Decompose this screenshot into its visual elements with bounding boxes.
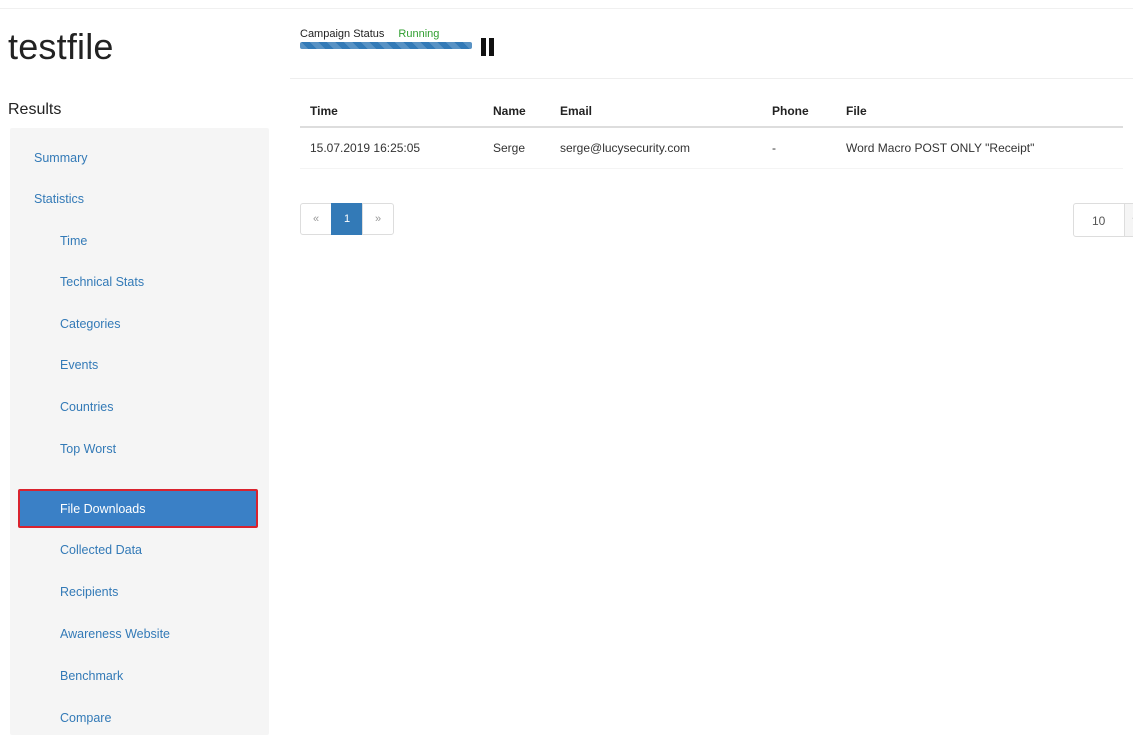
top-divider [0,8,1133,9]
cell-file: Word Macro POST ONLY "Receipt" [836,127,1123,169]
sidebar-item-recipients[interactable]: Recipients [60,585,118,599]
sidebar-item-collected-data[interactable]: Collected Data [60,543,142,557]
pause-icon[interactable] [481,38,495,56]
sidebar-item-label: File Downloads [60,502,146,516]
results-table: Time Name Email Phone File 15.07.2019 16… [300,96,1123,169]
pagination-next-button[interactable]: » [362,203,394,235]
sidebar-item-file-downloads[interactable]: File Downloads [18,489,258,528]
sidebar-item-benchmark[interactable]: Benchmark [60,669,123,683]
column-header-time[interactable]: Time [300,96,483,128]
sidebar-item-statistics[interactable]: Statistics [34,192,84,206]
campaign-status-value: Running [398,28,440,40]
column-header-file[interactable]: File [836,96,1123,128]
campaign-status-row: Campaign Status Running [300,28,439,42]
campaign-status: Campaign Status Running [300,28,494,56]
header-divider [290,78,1133,79]
sidebar-item-summary[interactable]: Summary [34,151,87,165]
pagination-prev-button[interactable]: « [300,203,332,235]
column-header-name[interactable]: Name [483,96,550,128]
sidebar [10,128,269,735]
page-title: testfile [8,26,114,67]
campaign-progress-bar [300,42,472,49]
cell-email: serge@lucysecurity.com [550,127,762,169]
pagination-page-button[interactable]: 1 [331,203,363,235]
cell-name: Serge [483,127,550,169]
sidebar-item-time[interactable]: Time [60,234,87,248]
cell-time: 15.07.2019 16:25:05 [300,127,483,169]
sidebar-item-awareness-website[interactable]: Awareness Website [60,627,170,641]
sidebar-item-technical-stats[interactable]: Technical Stats [60,275,144,289]
page-size-value: 10 [1092,214,1106,228]
sidebar-item-events[interactable]: Events [60,358,98,372]
table-row: 15.07.2019 16:25:05 Serge serge@lucysecu… [300,127,1123,169]
column-header-phone[interactable]: Phone [762,96,836,128]
column-header-email[interactable]: Email [550,96,762,128]
cell-phone: - [762,127,836,169]
sidebar-item-compare[interactable]: Compare [60,711,111,725]
sidebar-item-categories[interactable]: Categories [60,317,120,331]
results-heading: Results [8,101,62,118]
sidebar-item-countries[interactable]: Countries [60,400,114,414]
sidebar-item-top-worst[interactable]: Top Worst [60,442,116,456]
table-header-row: Time Name Email Phone File [300,96,1123,128]
pagination: « 1 » [300,203,394,235]
page-size-select[interactable]: 10 ▾ [1073,203,1133,237]
campaign-status-label: Campaign Status [300,28,385,40]
chevron-down-icon: ▾ [1124,204,1133,236]
